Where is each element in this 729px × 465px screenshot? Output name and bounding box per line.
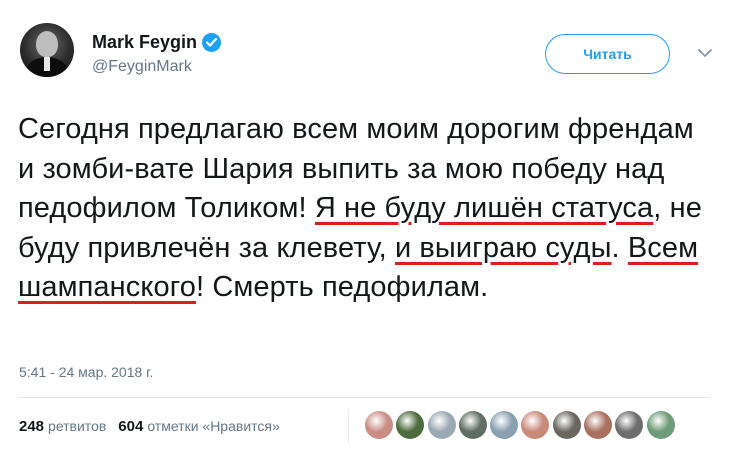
follow-button[interactable]: Читать [545, 34, 670, 74]
likers-avatars [365, 411, 678, 439]
retweets-count: 248 [19, 418, 45, 435]
liker-avatar[interactable] [552, 411, 581, 439]
divider [18, 397, 710, 398]
tweet-text-part: . [611, 231, 628, 264]
author-name-row[interactable]: Mark Feygin [92, 30, 222, 54]
likes-label: отметки «Нравится» [147, 418, 280, 434]
author-display-name[interactable]: Mark Feygin [92, 32, 197, 53]
likes-count: 604 [118, 418, 144, 435]
liker-avatar[interactable] [615, 411, 644, 439]
tweet-text-part: ! Смерть педофилам. [196, 271, 489, 303]
liker-avatar[interactable] [490, 411, 519, 439]
liker-avatar[interactable] [427, 411, 456, 439]
retweets-stat[interactable]: 248 ретвитов [19, 418, 106, 435]
retweets-label: ретвитов [48, 418, 107, 434]
stats-separator [348, 410, 349, 444]
liker-avatar[interactable] [458, 411, 487, 439]
liker-avatar[interactable] [365, 411, 393, 439]
verified-badge-icon [202, 32, 222, 52]
author-handle[interactable]: @FeyginMark [92, 58, 192, 76]
liker-avatar[interactable] [646, 411, 675, 439]
tweet-stats: 248 ретвитов 604 отметки «Нравится» [19, 418, 280, 435]
liker-avatar[interactable] [521, 411, 550, 439]
tweet-timestamp[interactable]: 5:41 - 24 мар. 2018 г. [19, 364, 153, 380]
underlined-phrase: и выиграю суды [394, 231, 612, 264]
liker-avatar[interactable] [584, 411, 613, 439]
avatar-shirt [44, 57, 50, 71]
chevron-down-icon[interactable] [697, 46, 713, 60]
underlined-phrase: Я не буду лишён статуса [314, 192, 654, 224]
avatar-head [36, 31, 58, 57]
liker-avatar[interactable] [396, 411, 425, 439]
author-avatar[interactable] [20, 23, 74, 77]
likes-stat[interactable]: 604 отметки «Нравится» [118, 418, 279, 435]
tweet-text: Сегодня предлагаю всем моим дорогим френ… [18, 110, 718, 308]
